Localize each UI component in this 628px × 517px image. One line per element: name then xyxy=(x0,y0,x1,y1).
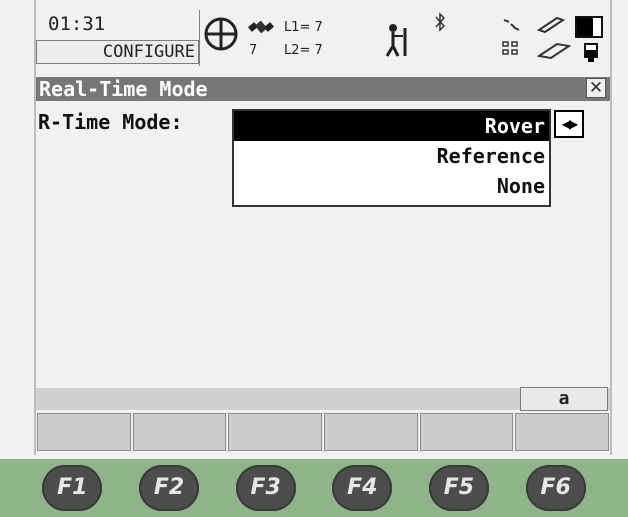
f3-key[interactable]: F3 xyxy=(235,465,296,511)
position-target-icon xyxy=(204,17,238,51)
satellite-count: 7 xyxy=(249,43,258,58)
device: 01:31 CONFIGURE L1= 7 7 L2= 7 Real-Time … xyxy=(0,0,628,517)
softkey-6[interactable] xyxy=(515,413,610,451)
mode-indicator: CONFIGURE xyxy=(36,40,199,64)
input-mode-indicator: a xyxy=(520,387,608,411)
storage-icon xyxy=(584,43,598,62)
close-icon: ✕ xyxy=(588,78,604,98)
rtime-mode-dropdown[interactable]: Rover Reference None xyxy=(232,109,551,207)
f6-key[interactable]: F6 xyxy=(525,465,586,511)
header-divider xyxy=(199,10,200,66)
left-right-arrows-icon[interactable]: ◀▶ xyxy=(554,110,584,138)
l1-satellites: L1= 7 xyxy=(284,20,323,35)
radio-icon xyxy=(503,19,520,31)
option-reference[interactable]: Reference xyxy=(234,141,549,171)
rtime-mode-label: R-Time Mode: xyxy=(38,110,183,134)
option-none[interactable]: None xyxy=(234,171,549,201)
battery-icon xyxy=(575,16,603,38)
dialog-title: Real-Time Mode xyxy=(39,77,208,101)
f2-key[interactable]: F2 xyxy=(138,465,199,511)
close-button[interactable]: ✕ xyxy=(586,78,606,98)
bluetooth-icon xyxy=(435,12,446,32)
dialog-titlebar: Real-Time Mode ✕ xyxy=(36,77,610,101)
softkey-2[interactable] xyxy=(132,413,227,451)
status-icons: L1= 7 7 L2= 7 xyxy=(201,6,611,66)
l2-satellites: L2= 7 xyxy=(284,43,323,58)
f4-key[interactable]: F4 xyxy=(332,465,393,511)
f5-key[interactable]: F5 xyxy=(428,465,489,511)
network-icon xyxy=(502,41,518,55)
softkey-1[interactable] xyxy=(37,413,131,451)
softkey-bar xyxy=(36,412,610,452)
memory-card-icon xyxy=(537,42,571,60)
option-rover[interactable]: Rover xyxy=(234,111,549,141)
softkey-5[interactable] xyxy=(419,413,514,451)
softkey-4[interactable] xyxy=(324,413,418,451)
screen: 01:31 CONFIGURE L1= 7 7 L2= 7 Real-Time … xyxy=(34,0,612,455)
clock: 01:31 xyxy=(48,13,106,35)
function-key-row: F1 F2 F3 F4 F5 F6 xyxy=(0,459,628,517)
satellite-icon xyxy=(248,20,274,34)
person-with-pole-icon xyxy=(385,24,407,57)
pencil-icon xyxy=(537,16,566,34)
softkey-3[interactable] xyxy=(228,413,323,451)
f1-key[interactable]: F1 xyxy=(42,465,103,511)
